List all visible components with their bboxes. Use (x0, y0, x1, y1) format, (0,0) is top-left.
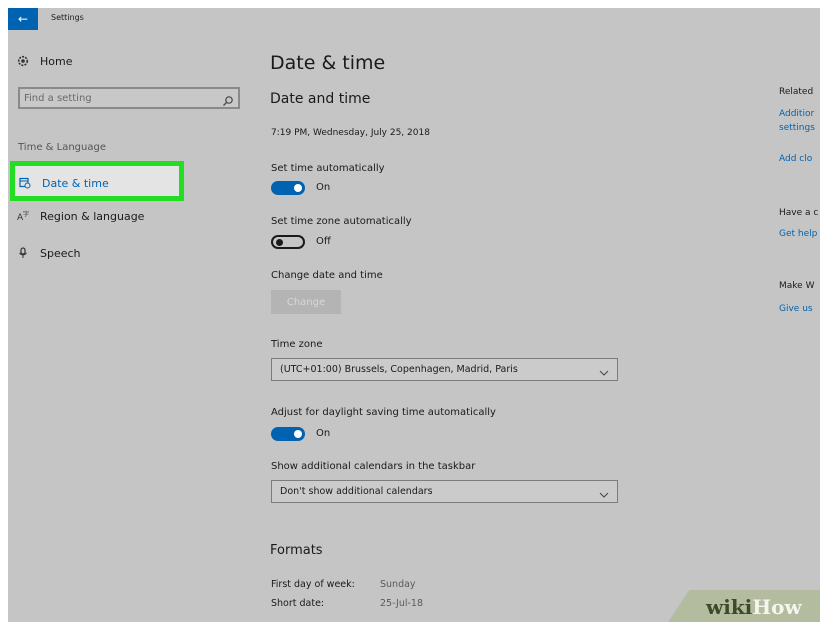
daylight-saving-toggle[interactable] (271, 427, 305, 441)
search-icon[interactable] (222, 92, 234, 106)
set-timezone-auto-state: Off (316, 236, 331, 247)
calendar-clock-icon (18, 176, 32, 190)
change-button[interactable]: Change (271, 290, 341, 314)
section-title: Date and time (270, 91, 371, 107)
sidebar-item-speech[interactable]: Speech (8, 246, 81, 260)
format-key-short-date: Short date: (271, 598, 325, 609)
chevron-down-icon (599, 363, 609, 376)
wikihow-watermark: wikiHow (668, 590, 820, 622)
sidebar-item-label: Date & time (42, 176, 109, 190)
sidebar-highlight: Date & time (10, 161, 184, 201)
format-value-first-day: Sunday (380, 579, 416, 590)
feedback-heading: Make W (779, 281, 815, 291)
time-zone-value: (UTC+01:00) Brussels, Copenhagen, Madrid… (280, 364, 518, 375)
toggle-knob (294, 430, 302, 438)
set-time-auto-toggle[interactable] (271, 181, 305, 195)
toggle-knob (294, 184, 302, 192)
related-link-additional-settings[interactable]: Additior (779, 109, 814, 119)
give-feedback-link[interactable]: Give us (779, 304, 813, 314)
gear-icon (16, 54, 30, 68)
search-input[interactable] (24, 91, 214, 105)
watermark-logo: wikiHow (706, 595, 802, 619)
settings-window: ← Settings Home Time & Language Date & t… (8, 8, 820, 622)
microphone-icon (16, 246, 30, 260)
sidebar-item-label: Region & language (40, 209, 145, 223)
help-heading: Have a c (779, 208, 819, 218)
sidebar-item-label: Home (40, 54, 73, 68)
chevron-down-icon (599, 485, 609, 498)
sidebar-section-label: Time & Language (18, 142, 106, 153)
format-key-first-day: First day of week: (271, 579, 355, 590)
related-link-additional-settings-line2[interactable]: settings (779, 123, 815, 133)
sidebar-item-date-time[interactable]: Date & time (15, 176, 109, 190)
page-title: Date & time (270, 52, 386, 74)
additional-calendars-value: Don't show additional calendars (280, 486, 433, 497)
back-button[interactable]: ← (8, 8, 38, 30)
set-timezone-auto-label: Set time zone automatically (271, 216, 412, 227)
daylight-saving-label: Adjust for daylight saving time automati… (271, 407, 496, 418)
title-bar: ← Settings (8, 8, 820, 30)
time-zone-label: Time zone (271, 339, 323, 350)
get-help-link[interactable]: Get help (779, 229, 817, 239)
related-heading: Related (779, 87, 814, 97)
window-title: Settings (51, 13, 84, 22)
set-time-auto-label: Set time automatically (271, 163, 385, 174)
additional-calendars-label: Show additional calendars in the taskbar (271, 461, 476, 472)
sidebar-item-label: Speech (40, 246, 81, 260)
toggle-knob (276, 239, 283, 246)
additional-calendars-dropdown[interactable]: Don't show additional calendars (271, 480, 618, 503)
set-time-auto-state: On (316, 182, 331, 193)
daylight-saving-state: On (316, 428, 331, 439)
sidebar-item-region-language[interactable]: A字 Region & language (8, 209, 144, 223)
current-datetime: 7:19 PM, Wednesday, July 25, 2018 (271, 128, 430, 138)
svg-text:字: 字 (23, 210, 29, 218)
formats-heading: Formats (270, 543, 323, 558)
sidebar-item-home[interactable]: Home (8, 54, 72, 68)
format-value-short-date: 25-Jul-18 (380, 598, 424, 609)
watermark-part-how: How (752, 595, 802, 619)
change-datetime-label: Change date and time (271, 270, 383, 281)
related-link-add-clocks[interactable]: Add clo (779, 154, 812, 164)
set-timezone-auto-toggle[interactable] (271, 235, 305, 249)
search-box[interactable] (18, 87, 240, 109)
back-arrow-icon: ← (17, 12, 29, 26)
watermark-part-wiki: wiki (706, 595, 753, 619)
region-language-icon: A字 (16, 209, 30, 223)
time-zone-dropdown[interactable]: (UTC+01:00) Brussels, Copenhagen, Madrid… (271, 358, 618, 381)
